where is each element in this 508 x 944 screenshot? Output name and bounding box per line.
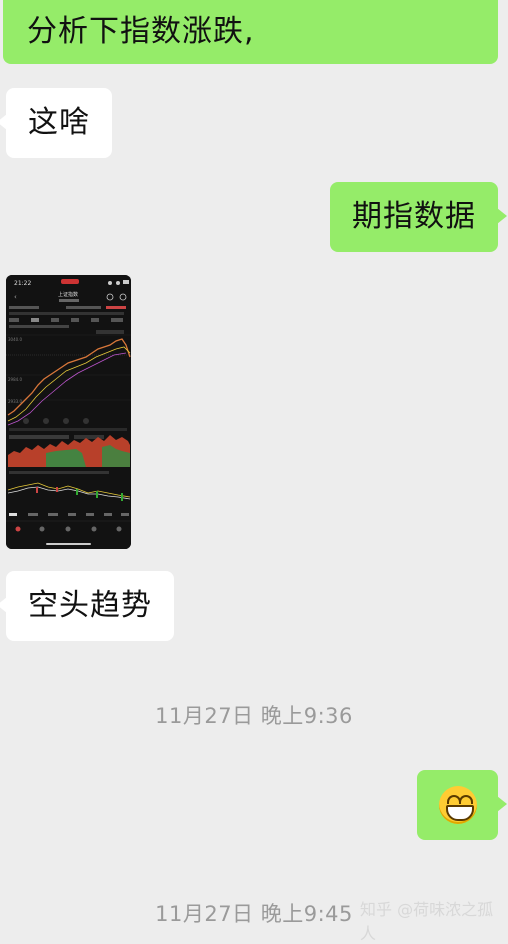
message-bubble-received[interactable]: 空头趋势: [0, 571, 174, 641]
message-bubble-sent[interactable]: 期指数据: [330, 182, 507, 252]
svg-text:2984.0: 2984.0: [8, 377, 22, 382]
status-time: 21:22: [14, 280, 31, 287]
message-text: 这啥: [28, 105, 90, 140]
timestamp-text: 11月27日 晚上9:36: [155, 704, 353, 728]
message-bubble-sent[interactable]: 分析下指数涨跌,: [3, 0, 498, 64]
timestamp-text: 11月27日 晚上9:45: [155, 902, 353, 926]
watermark-text: 知乎 @荷味浓之孤人: [360, 900, 494, 943]
grinning-face-icon: [439, 786, 477, 824]
svg-text:‹: ‹: [14, 293, 17, 301]
svg-text:2933.0: 2933.0: [8, 399, 22, 404]
message-text: 期指数据: [352, 199, 476, 234]
svg-text:3040.0: 3040.0: [8, 337, 22, 342]
shared-image[interactable]: 21:22 ‹ 上证指数 3040.0 2984.0 2933.0: [6, 275, 131, 549]
message-text: 空头趋势: [28, 588, 152, 623]
message-bubble-received[interactable]: 这啥: [0, 88, 112, 158]
stock-title: 上证指数: [58, 291, 78, 298]
watermark: 知乎 @荷味浓之孤人: [360, 896, 508, 944]
chat-timestamp: 11月27日 晚上9:36: [0, 700, 508, 730]
stock-app-screenshot: 21:22 ‹ 上证指数 3040.0 2984.0 2933.0: [6, 275, 131, 549]
message-text: 分析下指数涨跌,: [27, 14, 255, 49]
